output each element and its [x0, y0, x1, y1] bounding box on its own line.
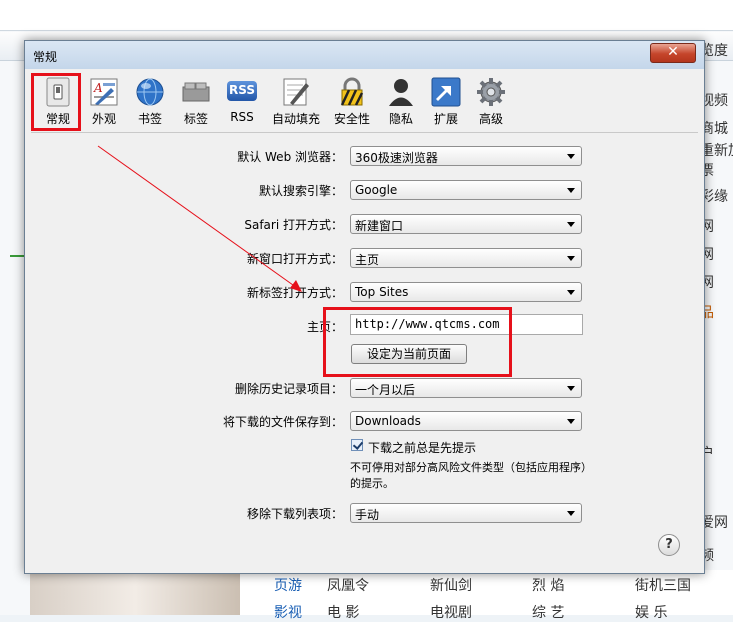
chevron-down-icon [567, 419, 575, 424]
close-button[interactable]: ✕ [650, 43, 696, 63]
bottom-link[interactable]: 娱 乐 [635, 602, 667, 622]
safari-open-select[interactable]: 新建窗口 [350, 214, 582, 234]
svg-text:A: A [93, 81, 103, 95]
chevron-down-icon [567, 386, 575, 391]
tab-rss[interactable]: RSS RSS [219, 75, 265, 127]
chevron-down-icon [567, 256, 575, 261]
new-tab-label: 新标签打开方式： [246, 286, 343, 300]
tab-autofill[interactable]: 自动填充 [272, 75, 320, 127]
appearance-icon: A [90, 78, 118, 106]
new-window-select[interactable]: 主页 [350, 248, 582, 268]
dialog-titlebar[interactable]: 常规 ✕ [25, 41, 704, 69]
select-value: 手动 [355, 508, 380, 522]
chevron-down-icon [567, 290, 575, 295]
bottom-link[interactable]: 凤凰令 [327, 575, 369, 595]
download-note-line1: 不可停用对部分高风险文件类型（包括应用程序） [350, 461, 592, 474]
remove-download-select[interactable]: 手动 [350, 503, 582, 523]
remove-history-select[interactable]: 一个月以后 [350, 378, 582, 398]
remove-history-label: 删除历史记录项目： [234, 382, 343, 396]
tabs-icon [182, 82, 210, 102]
chevron-down-icon [567, 154, 575, 159]
remove-download-label: 移除下载列表项： [246, 507, 343, 521]
tab-advanced[interactable]: 高级 [468, 75, 514, 127]
help-button[interactable]: ? [658, 534, 680, 556]
tab-label: RSS [230, 110, 254, 124]
extensions-icon [431, 77, 461, 107]
select-value: Google [355, 183, 398, 197]
download-location-label: 将下载的文件保存到： [222, 415, 343, 429]
ask-before-download-checkbox[interactable] [351, 439, 363, 451]
search-engine-select[interactable]: Google [350, 180, 582, 200]
preferences-toolbar: 常规 A 外观 书签 标签 RSS RSS 自动填充 安全性 隐私 扩展 高级 [31, 71, 698, 129]
default-browser-select[interactable]: 360极速浏览器 [350, 146, 582, 166]
lock-icon [340, 77, 364, 106]
select-value: 360极速浏览器 [355, 151, 438, 165]
selected-tab-highlight [31, 73, 81, 131]
bottom-link[interactable]: 街机三国 [635, 575, 691, 595]
chevron-down-icon [567, 222, 575, 227]
select-value: 一个月以后 [355, 383, 416, 397]
bottom-link[interactable]: 电 影 [327, 602, 359, 622]
homepage-label: 主页： [306, 320, 343, 334]
globe-icon [136, 78, 164, 106]
select-value: Top Sites [355, 285, 409, 299]
new-tab-select[interactable]: Top Sites [350, 282, 582, 302]
download-location-select[interactable]: Downloads [350, 411, 582, 431]
background-topbar [0, 0, 733, 31]
select-value: Downloads [355, 414, 421, 428]
homepage-highlight-box [323, 307, 512, 377]
person-icon [389, 79, 413, 106]
bottom-link[interactable]: 影视 [274, 602, 302, 622]
bottom-link[interactable]: 烈 焰 [532, 575, 564, 595]
select-value: 主页 [355, 253, 380, 267]
rss-icon-text: RSS [229, 83, 255, 97]
bottom-link[interactable]: 新仙剑 [430, 575, 472, 595]
bottom-link[interactable]: 页游 [274, 575, 302, 595]
download-note-line2: 的提示。 [350, 477, 394, 490]
select-value: 新建窗口 [355, 219, 404, 233]
new-window-label: 新窗口打开方式： [246, 252, 343, 266]
search-engine-label: 默认搜索引擎： [258, 184, 343, 198]
background-photo [30, 572, 240, 615]
default-browser-label: 默认 Web 浏览器： [237, 150, 343, 164]
chevron-down-icon [567, 511, 575, 516]
background-bottom-links: 页游 凤凰令 新仙剑 烈 焰 街机三国 影视 电 影 电视剧 综 艺 娱 乐 [240, 570, 733, 621]
chevron-down-icon [567, 188, 575, 193]
gear-icon [477, 78, 505, 106]
bottom-link[interactable]: 综 艺 [532, 602, 564, 622]
tab-security[interactable]: 安全性 [329, 75, 375, 127]
autofill-icon [283, 78, 309, 106]
rss-icon: RSS [227, 81, 257, 101]
preferences-dialog: 常规 ✕ 常规 A 外观 书签 标签 RSS RSS 自动填充 安全性 隐私 扩… [24, 40, 705, 574]
tab-label: 高级 [478, 112, 503, 126]
toolbar-separator [31, 132, 698, 133]
ask-before-download-label[interactable]: 下载之前总是先提示 [368, 439, 476, 456]
tab-label: 自动填充 [271, 112, 320, 126]
safari-open-label: Safari 打开方式： [244, 218, 343, 232]
bottom-link[interactable]: 电视剧 [430, 602, 472, 622]
dialog-title: 常规 [33, 50, 58, 64]
